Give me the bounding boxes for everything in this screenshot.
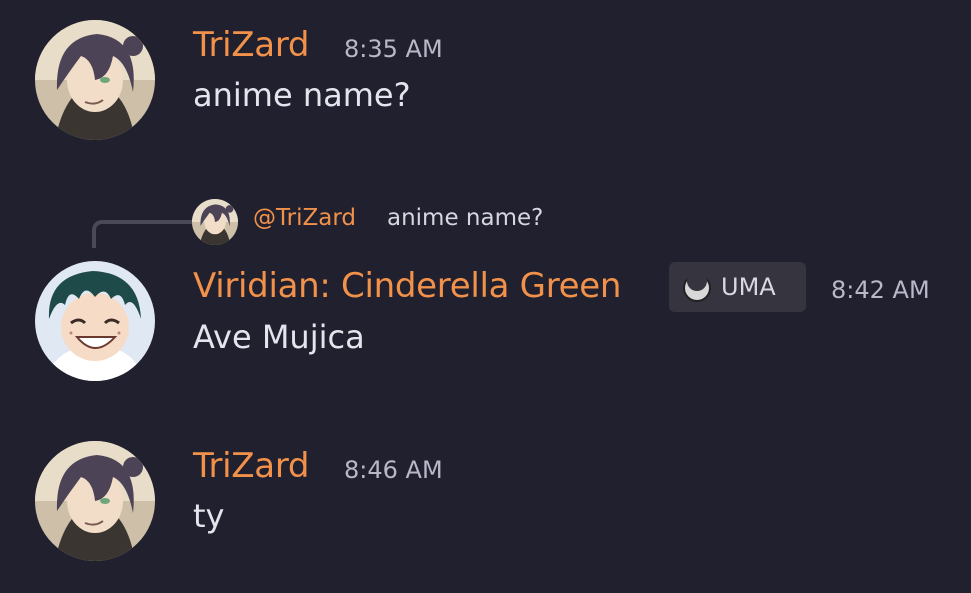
reply-preview-text[interactable]: anime name?: [387, 205, 543, 231]
timestamp: 8:35 AM: [344, 35, 443, 63]
avatar-image-trizard: [35, 441, 155, 561]
avatar[interactable]: [35, 20, 155, 140]
avatar[interactable]: [35, 261, 155, 381]
author-name[interactable]: TriZard: [193, 25, 309, 65]
reply-avatar[interactable]: [192, 199, 238, 245]
message-text: ty: [193, 497, 225, 535]
crescent-moon-icon: [679, 269, 715, 305]
author-name[interactable]: Viridian: Cinderella Green: [193, 266, 621, 306]
avatar[interactable]: [35, 441, 155, 561]
avatar-image-viridian: [35, 261, 155, 381]
timestamp: 8:46 AM: [344, 456, 443, 484]
timestamp: 8:42 AM: [831, 276, 930, 304]
avatar-image-trizard: [192, 199, 238, 245]
badge-label: UMA: [721, 273, 776, 301]
chat-log: TriZard 8:35 AM anime name? @TriZard ani…: [0, 0, 971, 593]
author-name[interactable]: TriZard: [193, 446, 309, 486]
role-badge[interactable]: UMA: [669, 262, 806, 312]
message-text: Ave Mujica: [193, 318, 365, 356]
reply-connector: [92, 220, 192, 248]
avatar-image-trizard: [35, 20, 155, 140]
message-text: anime name?: [193, 76, 411, 114]
reply-author-mention[interactable]: @TriZard: [253, 205, 356, 231]
